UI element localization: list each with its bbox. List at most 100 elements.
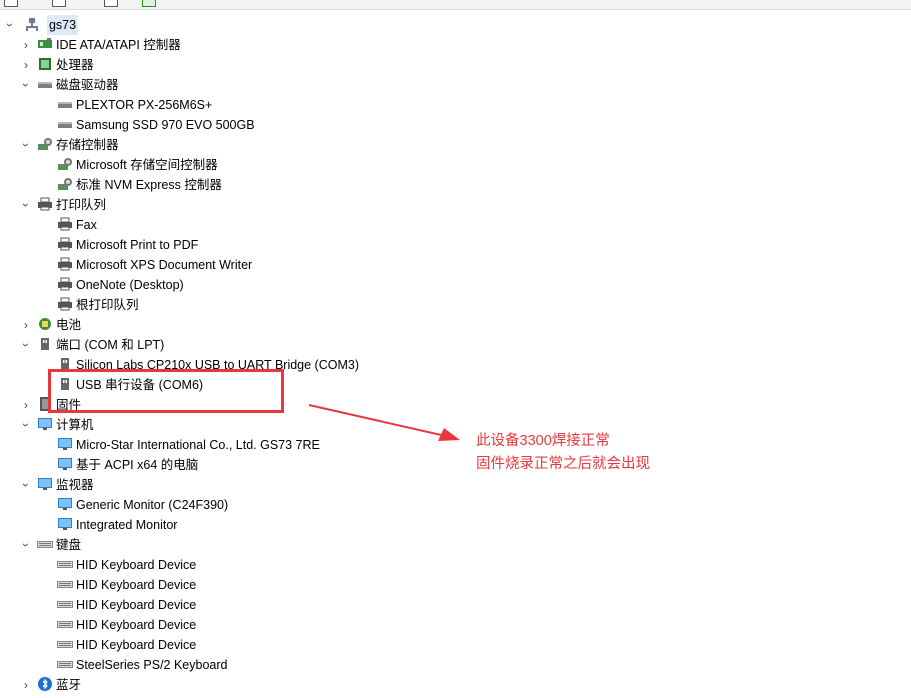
keyboard-icon — [57, 616, 73, 632]
chevron-right-icon[interactable]: › — [20, 35, 32, 55]
monitor-icon — [57, 496, 73, 512]
printer-icon — [57, 276, 73, 292]
tree-device[interactable]: Fax — [0, 215, 911, 235]
tree-device[interactable]: 基于 ACPI x64 的电脑 — [0, 455, 911, 475]
highlight-box — [48, 369, 284, 413]
tree-root-label: gs73 — [46, 15, 79, 35]
tree-item-label: 蓝牙 — [56, 678, 82, 692]
battery-icon — [37, 316, 53, 332]
tree-item-label: Microsoft XPS Document Writer — [76, 258, 253, 272]
storage-controller-icon — [57, 156, 73, 172]
tree-category[interactable]: › 监视器 — [0, 475, 911, 495]
tree-device[interactable]: Samsung SSD 970 EVO 500GB — [0, 115, 911, 135]
tree-device[interactable]: Microsoft 存储空间控制器 — [0, 155, 911, 175]
monitor-icon — [57, 516, 73, 532]
tree-item-label: 计算机 — [56, 418, 94, 432]
chevron-right-icon[interactable]: › — [20, 315, 32, 335]
keyboard-icon — [57, 596, 73, 612]
tree-device[interactable]: Generic Monitor (C24F390) — [0, 495, 911, 515]
printer-icon — [57, 256, 73, 272]
tree-item-label: Fax — [76, 218, 97, 232]
tree-item-label: IDE ATA/ATAPI 控制器 — [56, 38, 181, 52]
chevron-down-icon[interactable]: › — [16, 539, 36, 551]
chevron-down-icon[interactable]: › — [16, 139, 36, 151]
port-icon — [37, 336, 53, 352]
tree-category[interactable]: › 蓝牙 — [0, 675, 911, 695]
tree-item-label: 监视器 — [56, 478, 94, 492]
toolbar-strip — [0, 0, 911, 10]
chevron-right-icon[interactable]: › — [20, 675, 32, 695]
tree-item-label: OneNote (Desktop) — [76, 278, 184, 292]
disk-drive-icon — [57, 116, 73, 132]
tree-device[interactable]: HID Keyboard Device — [0, 575, 911, 595]
chevron-down-icon[interactable]: › — [16, 419, 36, 431]
tree-device[interactable]: Integrated Monitor — [0, 515, 911, 535]
tree-category[interactable]: › 电池 — [0, 315, 911, 335]
keyboard-icon — [37, 536, 53, 552]
tree-category[interactable]: › IDE ATA/ATAPI 控制器 — [0, 35, 911, 55]
tree-device[interactable]: 标准 NVM Express 控制器 — [0, 175, 911, 195]
tree-device[interactable]: PLEXTOR PX-256M6S+ — [0, 95, 911, 115]
annotation-line-1: 此设备3300焊接正常 — [476, 433, 610, 449]
keyboard-icon — [57, 636, 73, 652]
back-icon[interactable] — [4, 0, 18, 7]
tree-item-label: 存储控制器 — [56, 138, 119, 152]
printer-icon — [57, 296, 73, 312]
view-icon[interactable] — [52, 0, 66, 7]
tree-device[interactable]: OneNote (Desktop) — [0, 275, 911, 295]
annotation-line-2: 固件烧录正常之后就会出现 — [476, 456, 650, 472]
printer-icon — [37, 196, 53, 212]
tree-category[interactable]: › 磁盘驱动器 — [0, 75, 911, 95]
tree-item-label: Microsoft 存储空间控制器 — [76, 158, 218, 172]
keyboard-icon — [57, 576, 73, 592]
tree-device[interactable]: 根打印队列 — [0, 295, 911, 315]
tree-category[interactable]: › 存储控制器 — [0, 135, 911, 155]
tree-item-label: 根打印队列 — [76, 298, 139, 312]
tree-item-label: 键盘 — [56, 538, 82, 552]
device-tree: › gs73 › IDE ATA/ATAPI 控制器 › 处理器 › 磁盘驱动器 PLEXT… — [0, 15, 911, 695]
tree-device[interactable]: HID Keyboard Device — [0, 635, 911, 655]
tree-item-label: HID Keyboard Device — [76, 558, 197, 572]
tree-device[interactable]: HID Keyboard Device — [0, 555, 911, 575]
keyboard-icon — [57, 556, 73, 572]
chevron-right-icon[interactable]: › — [20, 55, 32, 75]
tree-item-label: Generic Monitor (C24F390) — [76, 498, 229, 512]
tree-device[interactable]: HID Keyboard Device — [0, 595, 911, 615]
storage-controller-icon — [37, 136, 53, 152]
chevron-down-icon[interactable]: › — [16, 199, 36, 211]
processor-icon — [37, 56, 53, 72]
chevron-down-icon[interactable]: › — [16, 79, 36, 91]
monitor-icon — [37, 476, 53, 492]
tree-category[interactable]: › 打印队列 — [0, 195, 911, 215]
chevron-down-icon[interactable]: › — [0, 19, 20, 31]
tree-item-label: HID Keyboard Device — [76, 598, 197, 612]
chevron-down-icon[interactable]: › — [16, 479, 36, 491]
ide-controller-icon — [37, 36, 53, 52]
properties-icon[interactable] — [104, 0, 118, 7]
tree-item-label: 电池 — [56, 318, 82, 332]
monitor-icon — [57, 436, 73, 452]
tree-item-label: 打印队列 — [56, 198, 107, 212]
tree-device[interactable]: SteelSeries PS/2 Keyboard — [0, 655, 911, 675]
disk-drive-icon — [57, 96, 73, 112]
tree-device[interactable]: Microsoft Print to PDF — [0, 235, 911, 255]
tree-device[interactable]: HID Keyboard Device — [0, 615, 911, 635]
tree-device[interactable]: Microsoft XPS Document Writer — [0, 255, 911, 275]
printer-icon — [57, 236, 73, 252]
chevron-right-icon[interactable]: › — [20, 395, 32, 415]
storage-controller-icon — [57, 176, 73, 192]
tree-item-label: Integrated Monitor — [76, 518, 178, 532]
tree-item-label: Micro-Star International Co., Ltd. GS73 … — [76, 438, 320, 452]
tree-item-label: 基于 ACPI x64 的电脑 — [76, 458, 199, 472]
keyboard-icon — [57, 656, 73, 672]
update-driver-icon[interactable] — [142, 0, 156, 7]
tree-category[interactable]: › 端口 (COM 和 LPT) — [0, 335, 911, 355]
tree-category[interactable]: › 处理器 — [0, 55, 911, 75]
monitor-icon — [57, 456, 73, 472]
tree-category[interactable]: › 键盘 — [0, 535, 911, 555]
chevron-down-icon[interactable]: › — [16, 339, 36, 351]
tree-root[interactable]: › gs73 — [0, 15, 911, 35]
tree-item-label: HID Keyboard Device — [76, 578, 197, 592]
tree-item-label: Microsoft Print to PDF — [76, 238, 199, 252]
tree-item-label: PLEXTOR PX-256M6S+ — [76, 98, 213, 112]
